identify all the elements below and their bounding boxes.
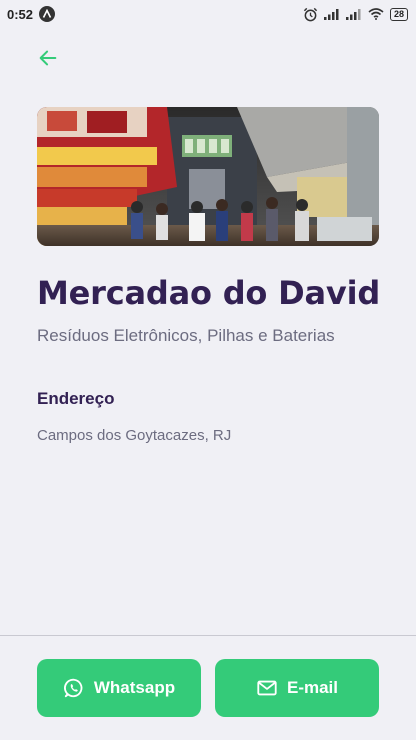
whatsapp-icon [63,678,83,698]
point-items: Resíduos Eletrônicos, Pilhas e Baterias [37,326,335,345]
mail-icon [257,680,277,696]
wifi-icon [368,8,384,20]
battery-level: 28 [393,9,404,19]
email-button[interactable]: E-mail [215,659,379,717]
point-image [37,107,379,246]
battery-icon: 28 [389,7,408,21]
status-left: 0:52 [7,6,56,22]
signal-icon [345,9,361,20]
status-bar: 0:52 28 [0,0,416,28]
back-button[interactable] [36,46,60,70]
whatsapp-button[interactable]: Whatsapp [37,659,201,717]
app-notification-icon [39,6,56,22]
point-name: Mercadao do David [37,274,381,312]
status-right: 28 [303,7,408,22]
address-value: Campos dos Goytacazes, RJ [37,427,232,444]
status-time: 0:52 [7,6,34,22]
address-heading: Endereço [37,389,115,408]
whatsapp-label: Whatsapp [93,678,176,697]
market-photo [37,107,379,246]
email-label: E-mail [286,678,339,697]
alarm-icon [303,7,318,21]
arrow-left-icon [39,50,57,66]
signal-icon [323,9,339,20]
footer: Whatsapp E-mail [0,635,416,740]
